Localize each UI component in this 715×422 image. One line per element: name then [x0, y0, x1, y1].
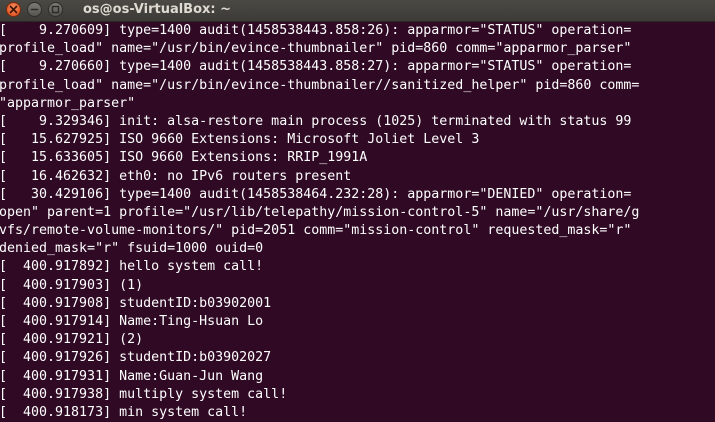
terminal-line: profile_load" name="/usr/bin/evince-thum… [0, 77, 640, 93]
terminal-line: [ 400.917938] multiply system call! [0, 386, 288, 402]
window-title: os@os-VirtualBox: ~ [83, 2, 232, 17]
terminal-line: [ 400.917931] Name:Guan-Jun Wang [0, 368, 264, 384]
terminal-line: [ 400.917903] (1) [0, 277, 144, 293]
terminal-line: denied_mask="r" fsuid=1000 ouid=0 [0, 241, 264, 257]
close-icon [9, 5, 18, 14]
terminal-line: [ 400.917908] studentID:b03902001 [0, 295, 272, 311]
terminal-line: [ 400.917914] Name:Ting-Hsuan Lo [0, 314, 264, 329]
terminal-line: [ 400.917926] studentID:b03902027 [0, 350, 272, 366]
terminal-line: [ 15.633605] ISO 9660 Extensions: RRIP_1… [0, 150, 368, 166]
terminal-line: [ 15.627925] ISO 9660 Extensions: Micros… [0, 132, 480, 148]
close-button[interactable] [6, 2, 21, 17]
terminal-line: [ 400.917892] hello system call! [0, 259, 264, 275]
terminal-line: open" parent=1 profile="/usr/lib/telepat… [0, 204, 640, 220]
terminal-window: os@os-VirtualBox: ~ [ 9.270609] type=140… [0, 0, 715, 422]
terminal-line: [ 400.918173] min system call! [0, 404, 248, 420]
terminal-line: "apparmor_parser" [0, 95, 136, 111]
terminal-line: [ 9.329346] init: alsa-restore main proc… [0, 113, 632, 129]
terminal-line: [ 30.429106] type=1400 audit(1458538464.… [0, 186, 632, 202]
terminal-output[interactable]: [ 9.270609] type=1400 audit(1458538443.8… [0, 22, 715, 422]
minimize-icon [30, 8, 39, 11]
terminal-line: [ 400.917921] (2) [0, 332, 144, 348]
terminal-line: [ 9.270660] type=1400 audit(1458538443.8… [0, 59, 632, 75]
terminal-line: [ 9.270609] type=1400 audit(1458538443.8… [0, 23, 632, 38]
title-bar[interactable]: os@os-VirtualBox: ~ [0, 0, 715, 22]
maximize-icon [51, 5, 60, 14]
maximize-button[interactable] [48, 2, 63, 17]
terminal-line: vfs/remote-volume-monitors/" pid=2051 co… [0, 223, 632, 239]
terminal-line: profile_load" name="/usr/bin/evince-thum… [0, 41, 632, 57]
minimize-button[interactable] [27, 2, 42, 17]
terminal-line: [ 16.462632] eth0: no IPv6 routers prese… [0, 168, 352, 184]
